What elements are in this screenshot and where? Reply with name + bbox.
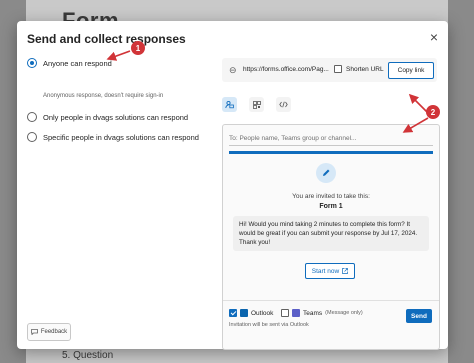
email-share-icon (225, 100, 234, 109)
form-theme-strip (229, 151, 433, 154)
teams-checkbox[interactable]: Teams (Message only) (281, 309, 363, 317)
option-org-only[interactable]: Only people in dvags solutions can respo… (27, 112, 188, 122)
chat-bubble-icon (30, 329, 38, 335)
teams-label: Teams (303, 309, 323, 317)
close-icon[interactable]: × (427, 30, 441, 44)
option-sublabel: Anonymous response, doesn't require sign… (43, 93, 164, 99)
feedback-button[interactable]: Feedback (27, 323, 71, 341)
qr-code-icon (252, 100, 261, 109)
option-anyone-can-respond[interactable]: Anyone can respond (27, 58, 112, 68)
option-label: Specific people in dvags solutions can r… (43, 132, 199, 142)
annotation-marker-2: 2 (426, 105, 440, 119)
start-now-label: Start now (311, 267, 340, 275)
form-link-url[interactable]: https://forms.office.com/Pag... (243, 66, 329, 73)
outlook-icon (240, 309, 248, 317)
radio-icon[interactable] (27, 112, 37, 122)
form-pen-icon (316, 163, 336, 183)
outlook-checkbox[interactable]: Outlook (229, 309, 273, 317)
radio-selected-icon[interactable] (27, 58, 37, 68)
annotation-marker-1: 1 (131, 41, 145, 55)
invite-message[interactable]: Hi! Would you mind taking 2 minutes to c… (233, 216, 429, 251)
checkbox-icon[interactable] (334, 65, 342, 73)
invite-form-name: Form 1 (319, 203, 343, 210)
option-label: Only people in dvags solutions can respo… (43, 112, 189, 122)
tab-qr-code[interactable] (249, 97, 264, 112)
background-question-label: 5. Question (62, 350, 114, 361)
checkbox-icon[interactable] (281, 309, 289, 317)
feedback-label: Feedback (40, 329, 68, 335)
outlook-label: Outlook (251, 309, 274, 317)
start-now-button[interactable]: Start now (305, 263, 355, 279)
link-bar: ⊖ https://forms.office.com/Pag... Shorte… (222, 58, 437, 82)
panel-divider (223, 300, 439, 301)
link-icon: ⊖ (229, 65, 237, 75)
tab-email[interactable] (222, 97, 237, 112)
shorten-url-label: Shorten URL (346, 65, 384, 73)
send-responses-dialog: Send and collect responses × Anyone can … (17, 21, 448, 350)
option-label: Anyone can respond (43, 58, 112, 68)
teams-icon (292, 309, 300, 317)
tab-embed[interactable] (276, 97, 291, 112)
external-link-icon (342, 268, 349, 274)
copy-link-button[interactable]: Copy link (388, 62, 434, 79)
radio-icon[interactable] (27, 132, 37, 142)
invited-text: You are invited to take this: (292, 193, 370, 200)
option-specific-people[interactable]: Specific people in dvags solutions can r… (27, 132, 199, 142)
embed-code-icon (279, 101, 288, 108)
sent-via-text: Invitation will be sent via Outlook (229, 322, 309, 328)
recipients-input[interactable]: To: People name, Teams group or channel.… (229, 135, 433, 146)
checkbox-checked-icon[interactable] (229, 309, 237, 317)
dialog-title: Send and collect responses (27, 32, 186, 46)
shorten-url-checkbox[interactable]: Shorten URL (334, 65, 384, 73)
teams-note: (Message only) (325, 310, 363, 316)
email-invite-panel: To: People name, Teams group or channel.… (222, 124, 440, 350)
send-button[interactable]: Send (406, 309, 432, 323)
